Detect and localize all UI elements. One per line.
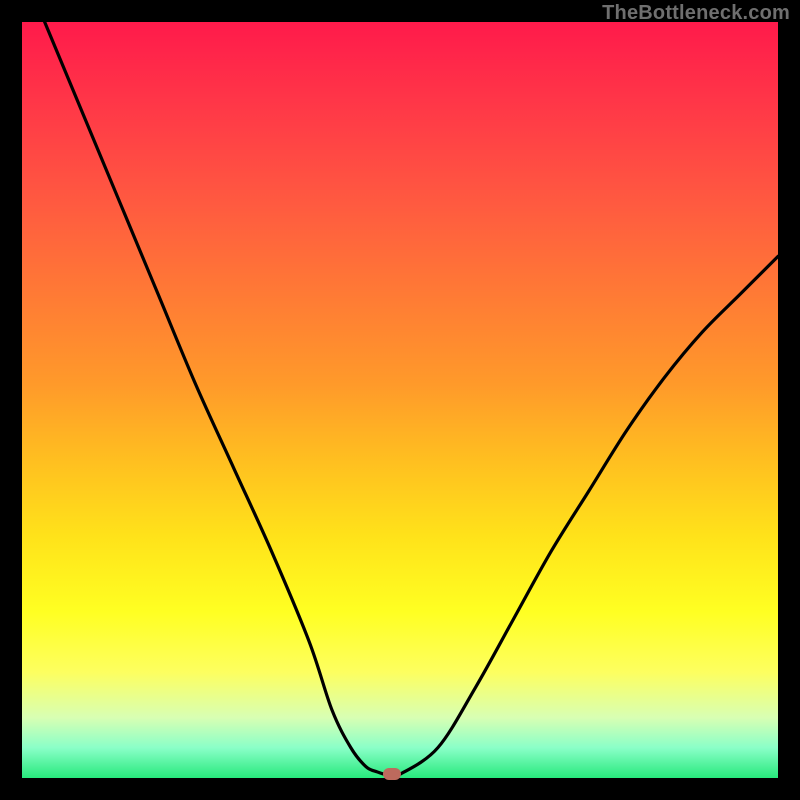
chart-plot-area xyxy=(22,22,778,778)
bottleneck-curve-path xyxy=(45,22,778,776)
watermark-text: TheBottleneck.com xyxy=(602,2,790,25)
chart-curve xyxy=(22,22,778,778)
optimal-point-marker xyxy=(383,768,401,780)
